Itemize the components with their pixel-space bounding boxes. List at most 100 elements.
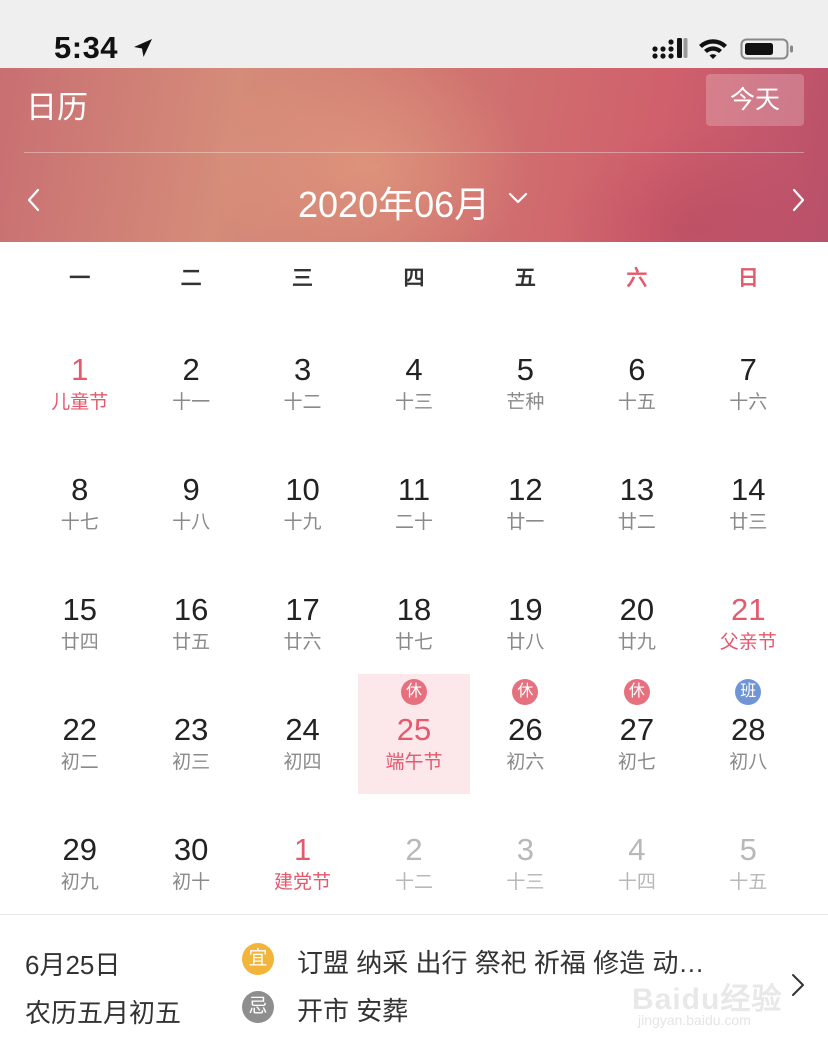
day-number: 2 — [405, 832, 423, 867]
location-arrow-icon — [134, 39, 152, 57]
day-cell[interactable]: 13 廿二 — [581, 434, 692, 554]
header-glow — [560, 128, 820, 242]
lunar-label: 十四 — [617, 872, 656, 893]
lunar-label: 廿八 — [506, 632, 545, 653]
day-cell[interactable]: 17 廿六 — [247, 554, 358, 674]
day-cell[interactable]: 3 十三 — [470, 794, 581, 914]
day-cell[interactable]: 10 十九 — [247, 434, 358, 554]
day-cell[interactable]: 1 儿童节 — [24, 314, 135, 434]
wifi-icon — [699, 39, 727, 59]
calendar-header: 日历 今天 2020年06月 — [0, 68, 828, 242]
day-cell[interactable]: 16 廿五 — [135, 554, 246, 674]
day-cell[interactable]: 休 25 端午节 — [358, 674, 470, 794]
lunar-date: 农历五月初五 — [25, 998, 182, 1028]
day-cell[interactable]: 22 初二 — [24, 674, 135, 794]
day-number: 9 — [182, 472, 200, 507]
lunar-label: 建党节 — [274, 872, 332, 893]
day-number: 15 — [62, 592, 97, 627]
day-cell[interactable]: 5 芒种 — [470, 314, 581, 434]
day-cell[interactable]: 30 初十 — [135, 794, 246, 914]
weekday-label: 三 — [292, 267, 314, 290]
day-cell[interactable]: 21 父亲节 — [693, 554, 804, 674]
lunar-label: 初九 — [60, 872, 99, 893]
lunar-label: 初七 — [617, 752, 656, 773]
lunar-label: 初八 — [729, 752, 768, 773]
day-number: 20 — [619, 592, 655, 627]
day-cell[interactable]: 7 十六 — [693, 314, 804, 434]
day-number: 14 — [731, 472, 766, 507]
day-cell[interactable]: 11 二十 — [358, 434, 469, 554]
day-number: 2 — [182, 352, 200, 387]
day-number: 1 — [293, 832, 312, 867]
next-month-chevron-icon[interactable] — [786, 184, 810, 216]
lunar-label: 初十 — [172, 872, 211, 893]
day-cell[interactable]: 15 廿四 — [24, 554, 135, 674]
day-number: 21 — [731, 592, 766, 627]
day-number: 26 — [508, 712, 543, 747]
lunar-label: 芒种 — [506, 392, 545, 413]
day-cell[interactable]: 班 28 初八 — [693, 674, 804, 794]
day-number: 30 — [173, 832, 209, 867]
day-cell[interactable]: 3 十二 — [247, 314, 358, 434]
lunar-label: 十五 — [729, 872, 768, 893]
day-cell[interactable]: 18 廿七 — [358, 554, 469, 674]
holiday-badge: 休 — [623, 679, 650, 705]
lunar-label: 廿七 — [394, 632, 433, 653]
day-cell[interactable]: 9 十八 — [135, 434, 246, 554]
day-number: 16 — [173, 592, 209, 627]
day-cell[interactable]: 休 26 初六 — [470, 674, 581, 794]
today-button[interactable]: 今天 — [706, 74, 804, 126]
workday-badge: 班 — [735, 679, 762, 705]
day-cell[interactable]: 20 廿九 — [581, 554, 692, 674]
day-number: 25 — [396, 712, 432, 747]
weekday-row: 一 二 三 四 五 六 日 — [24, 262, 804, 296]
day-cell[interactable]: 4 十三 — [358, 314, 469, 434]
lunar-label: 十一 — [172, 392, 211, 413]
day-cell[interactable]: 2 十一 — [135, 314, 246, 434]
header-divider — [24, 152, 804, 153]
day-cell[interactable]: 29 初九 — [24, 794, 135, 914]
lunar-label: 十九 — [283, 512, 322, 533]
lunar-label: 廿一 — [506, 512, 545, 533]
lunar-label: 初四 — [283, 752, 322, 773]
day-cell[interactable]: 5 十五 — [693, 794, 804, 914]
battery-icon — [740, 38, 793, 60]
lunar-label: 端午节 — [385, 752, 443, 773]
day-number: 22 — [62, 712, 97, 747]
day-cell[interactable]: 休 27 初七 — [581, 674, 692, 794]
calendar-grid: 1 儿童节 2 十一 3 十二 4 十三 5 芒种 6 十五 7 十六 8 十七 9 十八 10 十九 11 二十 12 廿一… — [24, 314, 804, 914]
day-cell[interactable]: 23 初三 — [135, 674, 246, 794]
day-cell[interactable]: 19 廿八 — [470, 554, 581, 674]
lunar-label: 廿六 — [283, 632, 322, 653]
status-bar: 5:34 — [0, 0, 828, 68]
lunar-label: 初三 — [172, 752, 211, 773]
day-number: 13 — [619, 472, 655, 507]
lunar-label: 父亲节 — [719, 632, 777, 653]
day-cell[interactable]: 4 十四 — [581, 794, 692, 914]
day-cell[interactable]: 2 十二 — [358, 794, 469, 914]
day-number: 5 — [739, 832, 757, 867]
day-cell[interactable]: 8 十七 — [24, 434, 135, 554]
lunar-label: 二十 — [394, 512, 433, 533]
weekday-label: 二 — [180, 267, 202, 290]
day-cell[interactable]: 12 廿一 — [470, 434, 581, 554]
holiday-badge: 休 — [512, 679, 539, 705]
lunar-label: 十七 — [60, 512, 99, 533]
lunar-label: 廿三 — [729, 512, 768, 533]
page-title: 日历 — [26, 90, 88, 125]
lunar-label: 十八 — [172, 512, 211, 533]
day-cell[interactable]: 14 廿三 — [693, 434, 804, 554]
month-selector[interactable]: 2020年06月 — [298, 176, 490, 228]
ji-badge: 忌 — [242, 991, 274, 1023]
prev-month-chevron-icon[interactable] — [22, 184, 46, 216]
day-cell[interactable]: 6 十五 — [581, 314, 692, 434]
lunar-label: 廿二 — [617, 512, 656, 533]
day-cell[interactable]: 1 建党节 — [247, 794, 358, 914]
day-number: 19 — [508, 592, 543, 627]
day-number: 1 — [71, 352, 89, 387]
day-cell[interactable]: 24 初四 — [247, 674, 358, 794]
watermark-sub: jingyan.baidu.com — [638, 1012, 751, 1028]
day-number: 23 — [173, 712, 209, 747]
lunar-label: 廿四 — [60, 632, 99, 653]
chevron-down-icon[interactable] — [506, 186, 530, 210]
